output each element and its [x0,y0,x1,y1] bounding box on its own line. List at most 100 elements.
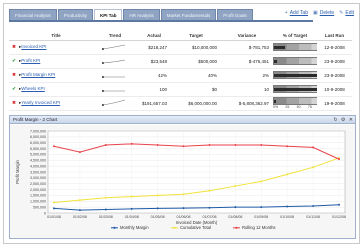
kpi-trend-cell [93,54,137,69]
kpi-title-cell[interactable]: ▸Profit Margin KPI [19,68,93,83]
y-tick-label: 500,000 [33,205,46,209]
data-point [156,144,159,147]
kpi-title-link[interactable]: Profit KPI [21,58,40,63]
kpi-title-cell[interactable]: ▸Yearly Invoiced KPI [19,96,93,111]
kpi-header-last-run[interactable]: Last Run [317,32,352,41]
legend-marker [173,226,176,229]
pencil-icon: ✎ [339,10,344,16]
red-x-icon: ✖ [9,96,19,111]
data-point [260,206,263,209]
data-point [182,207,185,210]
kpi-title-cell[interactable]: ▸Wheels KPI [19,82,93,97]
data-point [53,145,55,148]
data-point [234,206,237,209]
data-point [130,195,133,198]
kpi-last-run: 12-8-2008 [317,40,352,55]
kpi-variance: 10 [221,82,273,97]
tab-hr-analysis[interactable]: HR Analysis [123,9,160,20]
kpi-header-trend[interactable]: Trend [93,32,137,41]
y-tick-label: 3,500,000 [30,170,46,174]
x-tick-label: 01/09/08 [254,215,268,219]
kpi-trend-cell [93,82,137,97]
add-tab-link[interactable]: + Add Tab [285,10,308,16]
pct-scale-tick: 0% [273,105,279,109]
kpi-title-link[interactable]: Yearly Invoiced KPI [21,100,60,105]
data-point [312,166,315,169]
chart-panel-title: Profit Margin - 2 Chart [13,117,58,122]
y-tick-label: 1,000,000 [30,200,46,204]
data-point [234,144,237,147]
kpi-variance: $-476,451 [221,54,273,69]
kpi-header-pct-of-target[interactable]: % of Target [273,32,317,41]
data-point [208,206,211,209]
kpi-trend-cell [93,68,137,83]
data-point [78,151,81,154]
y-tick-label: 7,000,000 [30,129,46,133]
data-point [156,194,159,197]
edit-label: Edit [345,10,354,16]
x-tick-label: 01/03/08 [99,215,113,219]
x-tick-label: 01/02/08 [73,215,87,219]
green-check-icon: ✔ [9,54,19,69]
kpi-row: ✖ ▸Invoiced KPI $218,247 $10,000,000 $-781,7… [9,40,352,55]
data-point [104,208,107,211]
pct-of-target-bar [273,43,317,51]
y-tick-label: 4,500,000 [30,159,46,163]
close-icon[interactable]: ✕ [349,117,353,123]
kpi-title-link[interactable]: Profit Margin KPI [21,72,55,77]
data-point [208,144,211,147]
pct-of-target-fill [274,100,276,103]
tab-financial-analysis[interactable]: Financial Analysis [9,9,57,20]
kpi-title-link[interactable]: Wheels KPI [21,86,45,91]
data-point [312,146,315,149]
edit-link[interactable]: ✎ Edit [339,10,354,16]
kpi-table: Title Trend Actual Target Variance % of … [9,32,352,111]
data-point [286,173,289,176]
y-tick-label: 5,500,000 [30,147,46,151]
kpi-actual: $23,548 [137,54,171,69]
trend-sparkline [102,59,126,64]
data-point [78,199,81,202]
kpi-title-link[interactable]: Invoiced KPI [21,44,46,49]
kpi-row: ✖ ▸Profit Margin KPI 42% 40% 2% 23-9-2008 [9,68,352,83]
tab-market-fundamentals[interactable]: Market Fundamentals [160,9,217,20]
chart-area: 0 500,000 1,000,000 1,500,000 2,000,000 2,500… [10,125,355,238]
kpi-header-target[interactable]: Target [171,32,221,41]
pct-of-target-bar [273,97,317,105]
kpi-title-cell[interactable]: ▸Invoiced KPI [19,40,93,55]
refresh-icon[interactable]: ↻ [333,117,337,123]
trend-sparkline [102,44,126,50]
data-point [104,196,107,199]
pct-of-target-fill [274,88,317,91]
kpi-pct-of-target-cell [273,68,317,83]
y-axis-label: Profit Margin [15,159,20,183]
data-point [53,207,55,210]
kpi-target: $0 [171,82,221,97]
dashboard-window: Financial Analysis Productivity KPI Tab HR … [3,3,360,244]
kpi-title-cell[interactable]: ▸Profit KPI [19,54,93,69]
pct-of-target-fill [274,74,317,77]
x-tick-label: 01/04/08 [125,215,139,219]
tab-productivity[interactable]: Productivity [57,9,94,20]
x-tick-label: 01/05/08 [151,215,165,219]
kpi-variance: 2% [221,68,273,83]
pct-scale: 0%255075100 [273,105,317,109]
data-point [78,209,81,212]
data-point [156,207,159,210]
kpi-last-run: 23-9-2008 [317,54,352,69]
settings-icon[interactable]: ⚙ [341,117,345,123]
x-tick-label: 01/08/08 [228,215,242,219]
kpi-header-title[interactable]: Title [19,32,93,41]
kpi-header-actual[interactable]: Actual [137,32,171,41]
kpi-header-variance[interactable]: Variance [221,32,273,41]
x-tick-label: 01/12/08 [332,215,346,219]
kpi-actual: 100 [137,82,171,97]
tab-profit-goals[interactable]: Profit Goals [217,9,253,20]
delete-link[interactable]: ▣ Delete [313,10,334,16]
legend-marker [235,226,238,229]
chart-panel-tools: ↻ ⚙ ✕ [331,116,353,124]
kpi-pct-of-target-cell: 0%255075100 [273,96,317,111]
y-tick-label: 2,000,000 [30,188,46,192]
red-x-icon: ✖ [9,40,19,55]
kpi-variance: $-5,808,362.97 [221,96,273,111]
